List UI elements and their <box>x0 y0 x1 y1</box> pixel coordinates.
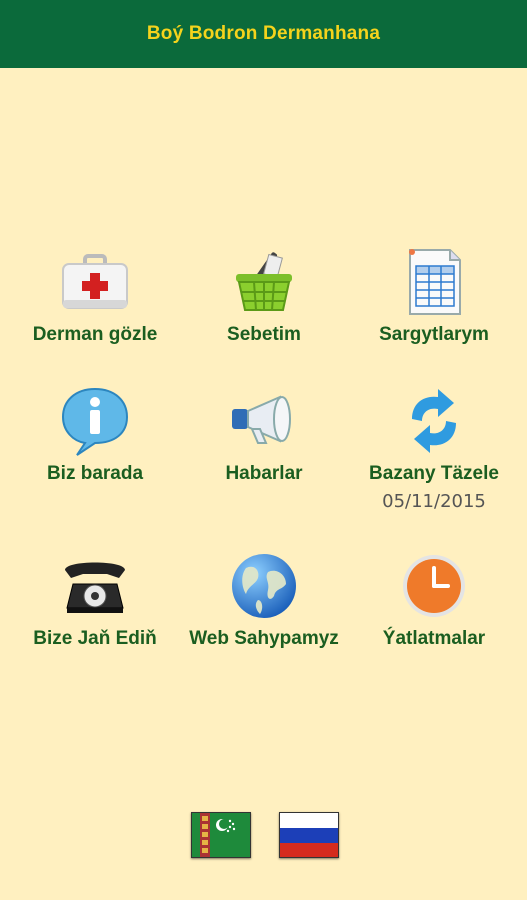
globe-icon <box>232 554 296 618</box>
menu-item-bazany-tazele[interactable]: Bazany Täzele 05/11/2015 <box>346 385 522 512</box>
megaphone-icon <box>232 395 291 444</box>
language-turkmen-button[interactable] <box>191 812 251 858</box>
info-bubble-icon <box>61 387 129 456</box>
russian-flag-icon <box>280 813 338 857</box>
first-aid-kit-icon <box>62 254 128 309</box>
menu-label-biz-barada: Biz barada <box>46 463 144 484</box>
menu-label-yatlatmalar: Ýatlatmalar <box>382 628 486 649</box>
last-update-date: 05/11/2015 <box>382 491 486 512</box>
language-russian-button[interactable] <box>279 812 339 858</box>
spreadsheet-icon <box>409 249 461 315</box>
turkmen-flag-icon <box>192 813 250 857</box>
menu-item-sebetim[interactable]: Sebetim <box>176 246 352 346</box>
clock-icon <box>403 555 465 617</box>
menu-label-web-sahypamyz: Web Sahypamyz <box>189 628 339 649</box>
menu-label-derman-gozle: Derman gözle <box>32 324 158 345</box>
app-bar: Boý Bodron Dermanhana <box>0 0 527 68</box>
menu-label-sargytlarym: Sargytlarym <box>379 324 489 345</box>
shopping-basket-icon <box>236 252 292 311</box>
menu-item-biz-barada[interactable]: Biz barada <box>7 385 183 485</box>
menu-label-sebetim: Sebetim <box>227 324 301 345</box>
menu-label-habarlar: Habarlar <box>225 463 303 484</box>
telephone-icon <box>65 562 125 613</box>
menu-item-sargytlarym[interactable]: Sargytlarym <box>346 246 522 346</box>
menu-item-web-sahypamyz[interactable]: Web Sahypamyz <box>176 550 352 650</box>
menu-label-bize-jan-edin: Bize Jaň Ediň <box>33 628 157 649</box>
menu-label-bazany-tazele: Bazany Täzele <box>369 463 499 484</box>
refresh-icon <box>412 389 456 453</box>
menu-item-habarlar[interactable]: Habarlar <box>176 385 352 485</box>
menu-item-bize-jan-edin[interactable]: Bize Jaň Ediň <box>7 550 183 650</box>
menu-item-derman-gozle[interactable]: Derman gözle <box>7 246 183 346</box>
app-title: Boý Bodron Dermanhana <box>146 23 381 44</box>
menu-item-yatlatmalar[interactable]: Ýatlatmalar <box>346 550 522 650</box>
